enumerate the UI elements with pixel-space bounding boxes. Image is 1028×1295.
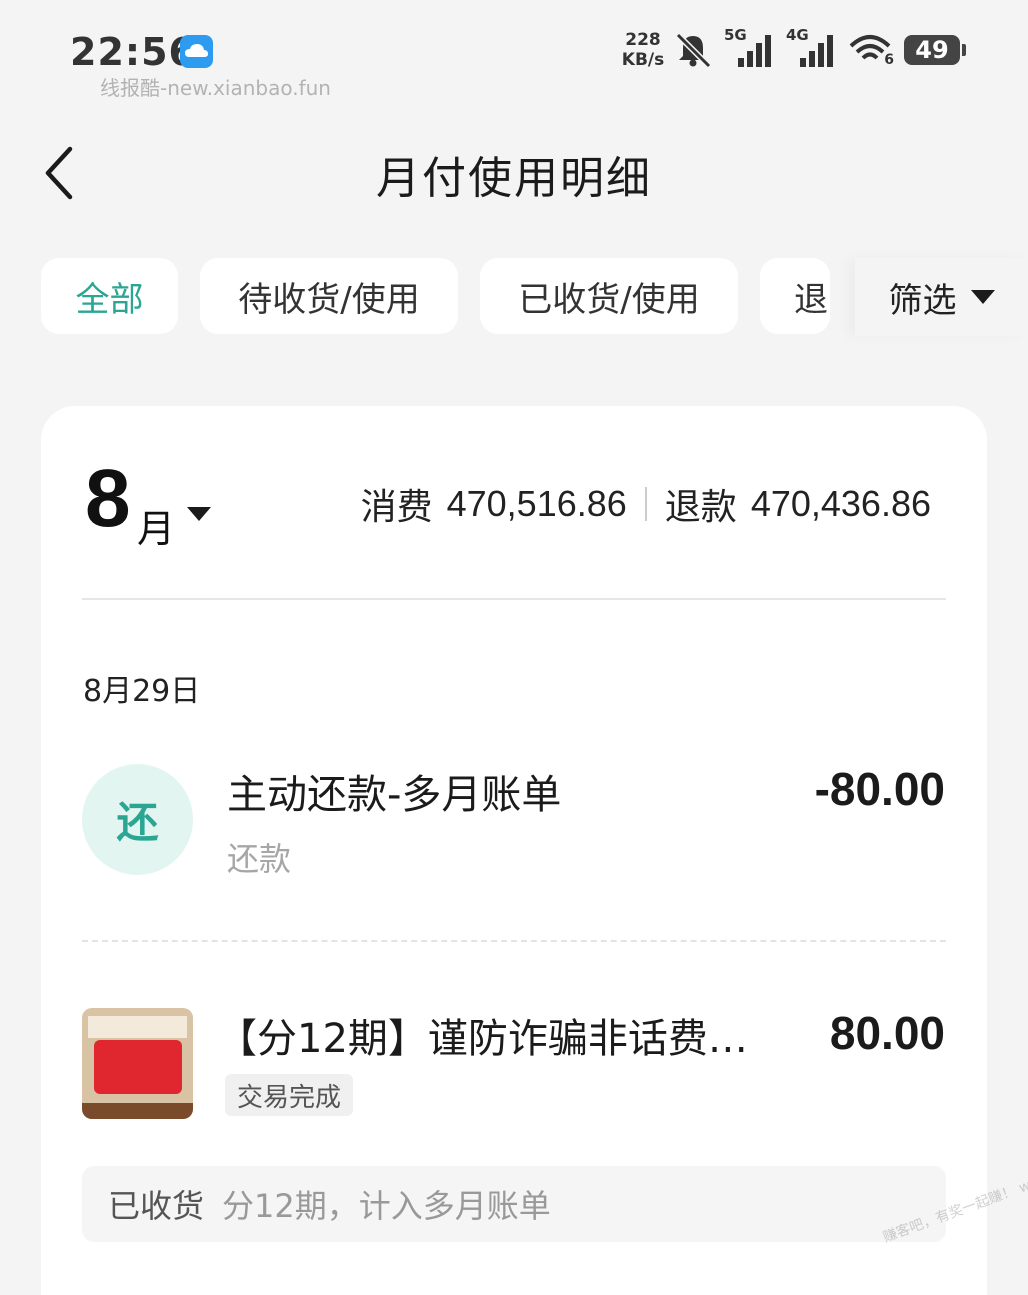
signal-5g-icon: 5G — [724, 26, 776, 70]
divider — [82, 598, 946, 600]
watermark-text: 线报酷-new.xianbao.fun — [100, 76, 331, 100]
month-unit[interactable]: 月 — [137, 498, 175, 553]
product-title[interactable]: 【分12期】谨防诈骗非话费… — [217, 1006, 777, 1064]
signal-5g-label: 5G — [724, 26, 747, 44]
transaction-amount: -80.00 — [814, 763, 945, 815]
wifi-icon: 6 — [848, 30, 894, 70]
consume-value: 470,516.86 — [446, 483, 627, 524]
page-title: 月付使用明细 — [376, 153, 652, 204]
tab-all[interactable]: 全部 — [41, 258, 178, 334]
system-icons: 5G 4G 6 49 — [672, 26, 966, 70]
month-caret-icon[interactable] — [187, 506, 211, 525]
signal-4g-icon: 4G — [786, 26, 838, 70]
refund-label: 退款 — [664, 487, 737, 528]
notice-text: 分12期，计入多月账单 — [222, 1187, 551, 1225]
bill-card: 8 月 消费 470,516.86 退款 470,436.86 8月29日 还 … — [41, 406, 987, 1295]
status-time: 22:56 — [70, 30, 196, 74]
product-amount: 80.00 — [829, 1007, 945, 1059]
mute-bell-icon — [672, 31, 714, 69]
installment-notice: 已收货 分12期，计入多月账单 — [82, 1166, 946, 1242]
notice-status: 已收货 — [108, 1187, 205, 1225]
filter-tabs: 全部 待收货/使用 已收货/使用 退 筛选 — [0, 258, 1028, 336]
repayment-icon: 还 — [82, 764, 193, 875]
consume-label: 消费 — [360, 487, 433, 528]
tab-refund[interactable]: 退 — [760, 258, 830, 334]
transaction-title[interactable]: 主动还款-多月账单 — [227, 762, 561, 820]
month-summary: 消费 470,516.86 退款 470,436.86 — [361, 478, 931, 530]
date-group-label: 8月29日 — [83, 674, 201, 709]
caret-down-icon — [970, 290, 995, 304]
battery-icon: 49 — [904, 35, 966, 65]
repayment-icon-char: 还 — [116, 798, 159, 847]
dashed-divider — [82, 940, 946, 942]
filter-label: 筛选 — [888, 280, 957, 321]
month-number[interactable]: 8 — [85, 458, 131, 540]
network-speed: 228 KB/s — [620, 30, 666, 70]
tab-pending[interactable]: 待收货/使用 — [200, 258, 458, 334]
filter-button[interactable]: 筛选 — [855, 258, 1028, 336]
network-speed-value: 228 — [625, 30, 661, 50]
transaction-subtitle: 还款 — [227, 840, 292, 878]
status-bar: 22:56 线报酷-new.xianbao.fun 228 KB/s 5G 4G — [0, 0, 1028, 110]
network-speed-unit: KB/s — [621, 50, 665, 70]
product-thumbnail[interactable] — [82, 1008, 193, 1119]
battery-level: 49 — [915, 36, 949, 64]
signal-4g-label: 4G — [786, 26, 809, 44]
refund-value: 470,436.86 — [750, 483, 931, 524]
summary-separator — [644, 487, 647, 521]
wifi-label: 6 — [884, 52, 894, 68]
status-badge: 交易完成 — [225, 1074, 354, 1116]
cloud-app-icon — [180, 35, 213, 68]
tab-received[interactable]: 已收货/使用 — [480, 258, 738, 334]
